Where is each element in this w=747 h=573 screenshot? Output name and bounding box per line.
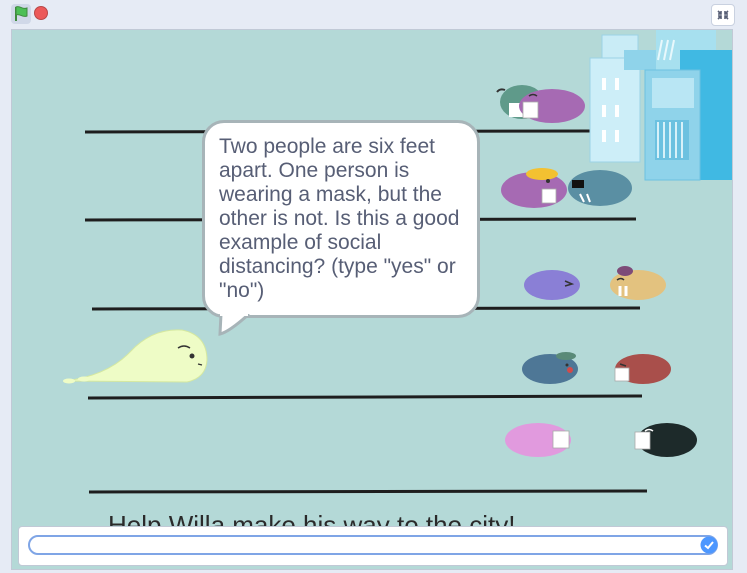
answer-prompt (18, 526, 728, 566)
walrus-red-masked (614, 354, 671, 384)
walrus-black-masked (634, 423, 697, 457)
player-willa (63, 329, 208, 384)
walrus-pink-masked (505, 423, 571, 457)
speech-text: Two people are six feet apart. One perso… (219, 135, 460, 302)
walrus-steelblue-hat (522, 352, 578, 384)
top-bar (0, 0, 747, 28)
speech-bubble-tail (218, 314, 251, 336)
green-flag-button[interactable] (11, 4, 31, 24)
walrus-tan (610, 266, 666, 300)
lane-line (87, 394, 643, 400)
walrus-lavender (524, 270, 580, 300)
stop-icon (34, 6, 48, 20)
fullscreen-exit-button[interactable] (711, 4, 735, 26)
speech-bubble: Two people are six feet apart. One perso… (202, 120, 480, 318)
check-icon[interactable] (700, 536, 718, 554)
walrus-purple-masked (519, 89, 585, 123)
walrus-blue-sunglasses (568, 170, 632, 206)
city-buildings (589, 30, 732, 181)
green-flag-icon (15, 6, 28, 21)
answer-input[interactable] (28, 535, 718, 555)
stop-button[interactable] (33, 5, 49, 21)
walrus-purple-hat (501, 168, 567, 208)
fullscreen-exit-icon (717, 10, 729, 20)
game-stage[interactable]: Two people are six feet apart. One perso… (11, 29, 733, 570)
lane-line (88, 489, 648, 494)
